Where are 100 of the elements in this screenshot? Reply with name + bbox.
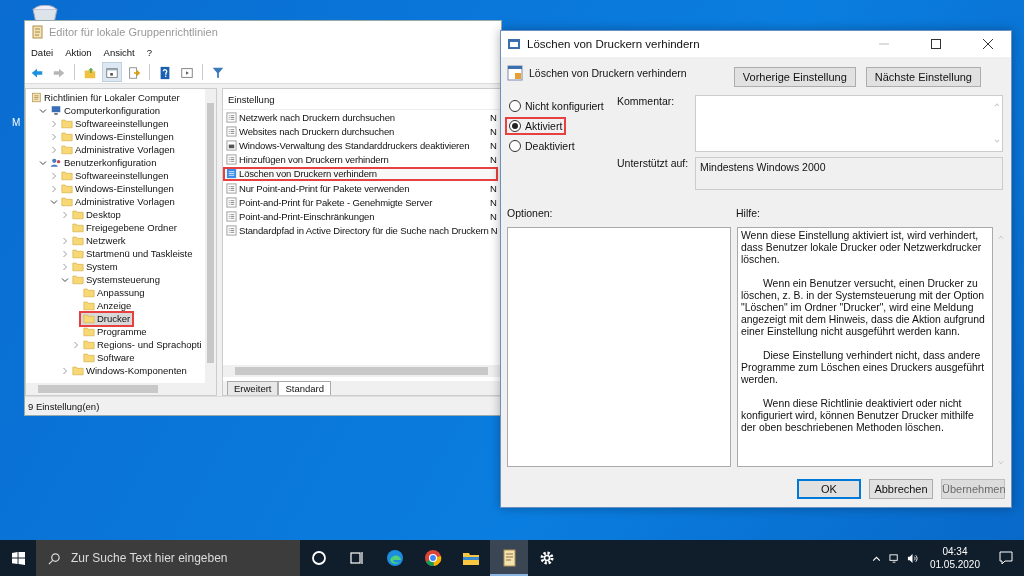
expand-icon[interactable] (72, 340, 80, 349)
expand-icon[interactable] (61, 366, 69, 375)
folder-icon (61, 196, 73, 207)
folder-icon (72, 209, 84, 220)
view-tab[interactable]: Standard (278, 381, 332, 395)
tree-item[interactable]: Softwareeinstellungen (59, 169, 171, 182)
expand-icon[interactable] (50, 184, 58, 193)
tree-item[interactable]: Softwareeinstellungen (59, 117, 171, 130)
expand-icon[interactable] (50, 145, 58, 154)
tree-item[interactable]: Freigegebene Ordner (70, 221, 179, 234)
setting-name: Hinzufügen von Druckern verhindern (239, 154, 390, 166)
tree-item[interactable]: Windows-Einstellungen (59, 130, 176, 143)
tree-item[interactable]: Anzeige (81, 299, 134, 312)
desktop-icon-label[interactable]: M (12, 117, 21, 128)
clock-date: 01.05.2020 (929, 558, 980, 571)
setting-state: N (490, 210, 498, 222)
dialog-button[interactable]: OK (797, 479, 861, 499)
tree-item[interactable]: Netzwerk (70, 234, 128, 247)
expand-icon[interactable] (50, 119, 58, 128)
setting-state: N (490, 125, 498, 137)
column-header[interactable]: Einstellung (223, 89, 500, 110)
list-row[interactable]: Netzwerk nach Druckern durchsuchen N (223, 110, 498, 125)
tree-item[interactable]: Computerkonfiguration (48, 104, 163, 117)
scrollbar[interactable] (205, 89, 216, 383)
tree-item[interactable]: Regions- und Sprachopti (81, 338, 204, 351)
setting-name: Nur Point-and-Print für Pakete verwenden (239, 182, 411, 194)
expand-icon[interactable] (61, 249, 69, 258)
scrollbar[interactable] (235, 367, 488, 375)
expand-icon[interactable] (61, 262, 69, 271)
setting-icon (226, 111, 237, 123)
collapse-icon[interactable] (61, 275, 69, 284)
tree-item[interactable]: Administrative Vorlagen (59, 195, 177, 208)
tree-item[interactable]: Desktop (70, 208, 123, 221)
setting-state: N (490, 139, 498, 151)
setting-name: Windows-Verwaltung des Standarddruckers deaktivieren (239, 139, 471, 151)
policy-icon (30, 92, 42, 103)
window-title: Editor für lokale Gruppenrichtlinien (49, 26, 218, 38)
tree-item[interactable]: Programme (81, 325, 149, 338)
folder-icon (72, 365, 84, 376)
window-title: Löschen von Druckern verhindern (527, 38, 701, 50)
radio-option[interactable]: Deaktiviert (507, 139, 577, 153)
folder-icon (83, 339, 95, 350)
list-row[interactable]: Websites nach Druckern durchsuchen N (223, 124, 498, 139)
tree-item[interactable]: Software (81, 351, 137, 364)
tree-item[interactable]: Drucker (81, 312, 133, 325)
help-paragraph: Wenn ein Benutzer versucht, einen Drucker zu löschen, z. B. in der Systemsteuerung mit der Option "Löschen" im Ordner "Drucker", wird eine Meldung angezeigt mit dem Hinweis, dass die Aktion aufgrund einer Einstellung nicht ausgeführt werden kann. (741, 278, 986, 338)
search-icon (48, 552, 61, 565)
tree-item[interactable]: Systemsteuerung (70, 273, 162, 286)
comment-field[interactable] (695, 95, 1003, 152)
view-tab[interactable]: Erweitert (227, 381, 279, 395)
expand-icon[interactable] (50, 171, 58, 180)
list-row[interactable]: Hinzufügen von Druckern verhindern N (223, 152, 498, 167)
tree-item[interactable]: Administrative Vorlagen (59, 143, 177, 156)
scroll-arrows-icon (998, 233, 1004, 467)
clock[interactable]: 04:34 01.05.2020 (921, 545, 988, 571)
tree-item[interactable]: System (70, 260, 120, 273)
tree-item[interactable]: Anpassung (81, 286, 147, 299)
tree-item[interactable]: Richtlinien für Lokaler Computer (28, 91, 182, 104)
comment-label: Kommentar: (616, 95, 676, 109)
tree-item[interactable]: Windows-Einstellungen (59, 182, 176, 195)
tree-item[interactable]: Windows-Komponenten (70, 364, 189, 377)
folder-icon (61, 144, 73, 155)
supported-label: Unterstützt auf: (616, 157, 689, 171)
help-paragraph: Diese Einstellung verhindert nicht, dass andere Programme zum Löschen eines Druckers ausgeführt werden. (741, 350, 986, 386)
menu-item[interactable]: Aktion (65, 46, 92, 58)
folder-icon (72, 222, 84, 233)
document-icon[interactable] (490, 540, 528, 576)
nav-button[interactable]: Vorherige Einstellung (733, 67, 856, 87)
help-paragraph: Wenn diese Einstellung aktiviert ist, wird verhindert, dass Benutzer lokale Drucker oder Netzwerkdrucker löschen. (741, 230, 983, 266)
list-row[interactable]: Point-and-Print-Einschränkungen N (223, 209, 498, 224)
policy-icon (30, 25, 44, 39)
collapse-icon[interactable] (39, 106, 47, 115)
setting-name: Point-and-Print für Pakete - Genehmigte Server (239, 196, 434, 208)
setting-icon (507, 37, 521, 51)
tree-icon[interactable] (102, 62, 122, 82)
radio-option[interactable]: Nicht konfiguriert (507, 99, 606, 113)
status-text: 9 Einstellung(en) (28, 400, 100, 412)
menu-item[interactable]: Ansicht (103, 46, 135, 58)
folder-icon (83, 352, 95, 363)
dialog-button[interactable]: Abbrechen (869, 479, 933, 499)
setting-state: N (490, 154, 498, 166)
list-row[interactable]: Standardpfad in Active Directory für die Suche nach Druckern N (223, 223, 498, 238)
expand-icon[interactable] (61, 236, 69, 245)
nav-button[interactable]: Nächste Einstellung (865, 67, 981, 87)
tree-item[interactable]: Benutzerkonfiguration (48, 156, 159, 169)
list-row[interactable]: Point-and-Print für Pakete - Genehmigte Server N (223, 195, 498, 210)
tree-item[interactable]: Startmenü und Taskleiste (70, 247, 195, 260)
radio-option[interactable]: Aktiviert (507, 119, 565, 133)
menu-item[interactable]: ? (146, 46, 153, 58)
printer-icon (226, 139, 237, 151)
menu-item[interactable]: Datei (31, 46, 54, 58)
expand-icon[interactable] (61, 210, 69, 219)
search-field[interactable]: Zur Suche Text hier eingeben (36, 540, 300, 576)
list-row[interactable]: Löschen von Druckern verhindern (223, 166, 498, 181)
list-row[interactable]: Windows-Verwaltung des Standarddruckers deaktivieren N (223, 138, 498, 153)
collapse-icon[interactable] (50, 197, 58, 206)
collapse-icon[interactable] (39, 158, 47, 167)
scrollbar[interactable] (26, 383, 216, 395)
expand-icon[interactable] (50, 132, 58, 141)
list-row[interactable]: Nur Point-and-Print für Pakete verwenden N (223, 180, 498, 196)
